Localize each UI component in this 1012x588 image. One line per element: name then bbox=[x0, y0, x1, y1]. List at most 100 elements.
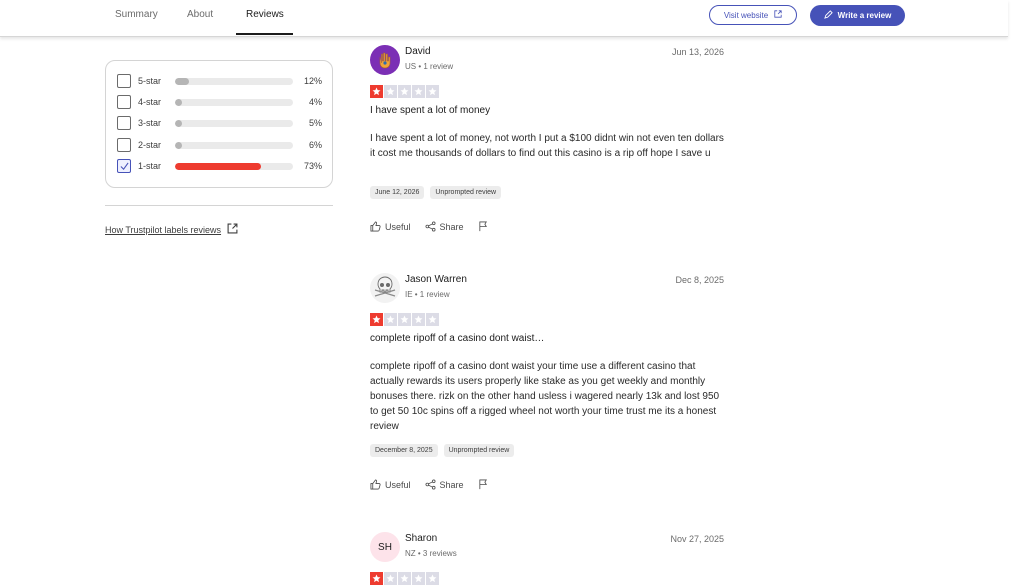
reviewer-meta: NZ • 3 reviews bbox=[405, 549, 457, 558]
filter-label: 3-star bbox=[138, 118, 162, 128]
filter-percentage: 6% bbox=[308, 140, 322, 150]
labels-link-text: How Trustpilot labels reviews bbox=[105, 224, 222, 235]
star-empty-icon bbox=[398, 572, 411, 585]
external-link-icon bbox=[227, 223, 238, 236]
unprompted-review-chip[interactable]: Unprompted review bbox=[430, 186, 502, 199]
star-empty-icon bbox=[384, 572, 397, 585]
star-empty-icon bbox=[426, 85, 439, 98]
visit-website-button[interactable]: Visit website bbox=[709, 5, 797, 25]
star-empty-icon bbox=[412, 85, 425, 98]
rating-bar-fill bbox=[175, 120, 183, 127]
filter-percentage: 5% bbox=[308, 118, 322, 128]
useful-button[interactable]: Useful bbox=[370, 479, 411, 490]
review-actions: Useful Share bbox=[370, 221, 489, 232]
share-button[interactable]: Share bbox=[425, 221, 464, 232]
visit-website-label: Visit website bbox=[723, 10, 769, 20]
share-icon bbox=[425, 221, 436, 232]
sidebar-divider bbox=[105, 205, 333, 206]
filter-label: 5-star bbox=[138, 76, 162, 86]
filter-row-2-star[interactable]: 2-star 6% bbox=[117, 138, 327, 154]
write-review-button[interactable]: Write a review bbox=[810, 5, 905, 26]
rating-bar-fill bbox=[175, 142, 183, 149]
experience-date-chip: December 8, 2025 bbox=[370, 444, 438, 457]
review-title[interactable]: I have spent a lot of money bbox=[370, 105, 490, 116]
rating-bar-track bbox=[175, 142, 293, 149]
review-card: SH Sharon NZ • 3 reviews Nov 27, 2025 bbox=[370, 532, 724, 588]
review-title[interactable]: complete ripoff of a casino dont waist… bbox=[370, 333, 544, 344]
filter-percentage: 12% bbox=[303, 76, 322, 86]
share-icon bbox=[425, 479, 436, 490]
unprompted-review-chip[interactable]: Unprompted review bbox=[443, 444, 515, 457]
checkbox-4-star[interactable] bbox=[117, 95, 131, 109]
useful-label: Useful bbox=[385, 221, 411, 232]
star-empty-icon bbox=[412, 313, 425, 326]
checkbox-5-star[interactable] bbox=[117, 74, 131, 88]
rating-bar-track bbox=[175, 163, 293, 170]
reviewer-name[interactable]: Sharon bbox=[405, 533, 437, 544]
filter-label: 1-star bbox=[138, 161, 162, 171]
filter-row-5-star[interactable]: 5-star 12% bbox=[117, 74, 327, 90]
filter-row-4-star[interactable]: 4-star 4% bbox=[117, 95, 327, 111]
review-date: Nov 27, 2025 bbox=[670, 534, 724, 544]
filter-row-1-star[interactable]: 1-star 73% bbox=[117, 159, 327, 175]
star-rating bbox=[370, 572, 439, 585]
useful-label: Useful bbox=[385, 479, 411, 490]
pencil-icon bbox=[823, 10, 833, 21]
active-tab-indicator bbox=[236, 33, 293, 35]
reviewer-meta: IE • 1 review bbox=[405, 290, 450, 299]
star-filled-icon bbox=[370, 572, 383, 585]
share-button[interactable]: Share bbox=[425, 479, 464, 490]
reviewer-name[interactable]: David bbox=[405, 46, 431, 57]
reviewer-name[interactable]: Jason Warren bbox=[405, 274, 467, 285]
report-flag-button[interactable] bbox=[478, 221, 489, 232]
star-rating bbox=[370, 313, 439, 326]
filter-label: 4-star bbox=[138, 97, 162, 107]
checkbox-2-star[interactable] bbox=[117, 138, 131, 152]
skull-icon bbox=[370, 273, 400, 303]
star-empty-icon bbox=[384, 85, 397, 98]
checkbox-1-star[interactable] bbox=[117, 159, 131, 173]
rating-bar-fill bbox=[175, 163, 262, 170]
review-card: Jason Warren IE • 1 review Dec 8, 2025 c… bbox=[370, 273, 724, 498]
checkbox-3-star[interactable] bbox=[117, 116, 131, 130]
share-label: Share bbox=[439, 221, 464, 232]
experience-date-chip: June 12, 2026 bbox=[370, 186, 425, 199]
star-empty-icon bbox=[398, 313, 411, 326]
flag-icon bbox=[478, 479, 487, 490]
rating-bar-track bbox=[175, 78, 293, 85]
filter-label: 2-star bbox=[138, 140, 162, 150]
checkmark-icon bbox=[120, 162, 129, 171]
review-date: Dec 8, 2025 bbox=[675, 275, 724, 285]
thumbs-up-icon bbox=[370, 221, 381, 232]
trustpilot-labels-link[interactable]: How Trustpilot labels reviews bbox=[105, 223, 238, 236]
tab-reviews[interactable]: Reviews bbox=[246, 9, 284, 20]
star-filter-panel: 5-star 12% 4-star 4% 3-star 5% 2-star 6%… bbox=[105, 60, 333, 188]
tab-about[interactable]: About bbox=[187, 9, 213, 20]
rating-bar-fill bbox=[175, 99, 183, 106]
thumbs-up-icon bbox=[370, 479, 381, 490]
review-body: complete ripoff of a casino dont waist y… bbox=[370, 361, 720, 432]
rating-bar-track bbox=[175, 99, 293, 106]
star-empty-icon bbox=[426, 313, 439, 326]
star-empty-icon bbox=[412, 572, 425, 585]
star-filled-icon bbox=[370, 313, 383, 326]
flag-icon bbox=[478, 221, 487, 232]
filter-percentage: 4% bbox=[308, 97, 322, 107]
review-actions: Useful Share bbox=[370, 479, 489, 490]
star-empty-icon bbox=[426, 572, 439, 585]
filter-row-3-star[interactable]: 3-star 5% bbox=[117, 116, 327, 132]
star-rating bbox=[370, 85, 439, 98]
report-flag-button[interactable] bbox=[478, 479, 489, 490]
review-body: I have spent a lot of money, not worth I… bbox=[370, 133, 724, 159]
rating-bar-track bbox=[175, 120, 293, 127]
review-chips: December 8, 2025 Unprompted review bbox=[370, 444, 515, 457]
external-link-icon bbox=[774, 10, 782, 20]
tab-summary[interactable]: Summary bbox=[115, 9, 158, 20]
rating-bar-fill bbox=[175, 78, 190, 85]
review-card: David US • 1 review Jun 13, 2026 I have … bbox=[370, 45, 724, 240]
review-chips: June 12, 2026 Unprompted review bbox=[370, 186, 502, 199]
reviewer-meta: US • 1 review bbox=[405, 62, 454, 71]
useful-button[interactable]: Useful bbox=[370, 221, 411, 232]
top-nav-bar: Summary About Reviews Visit website Writ… bbox=[0, 0, 1008, 37]
star-filled-icon bbox=[370, 85, 383, 98]
